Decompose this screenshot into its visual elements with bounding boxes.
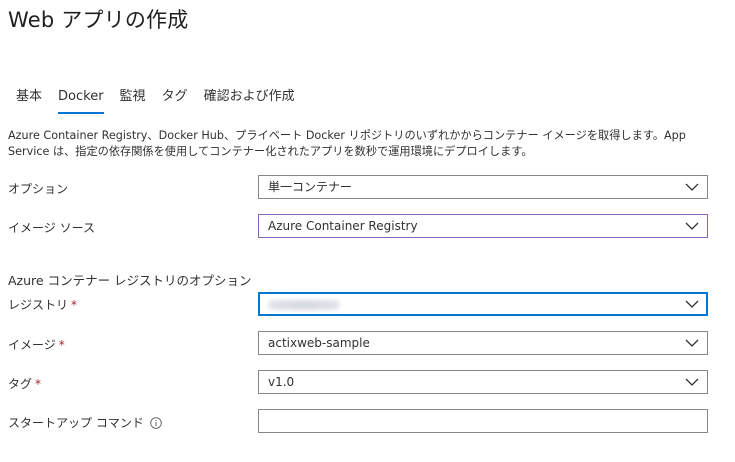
chevron-down-icon: [685, 183, 699, 191]
image-dropdown[interactable]: actixweb-sample: [258, 331, 708, 355]
image-value: actixweb-sample: [268, 336, 370, 350]
tab-review-create[interactable]: 確認および作成: [196, 88, 303, 114]
page-title: Web アプリの作成: [8, 8, 189, 32]
chevron-down-icon: [685, 300, 699, 308]
required-marker: *: [71, 298, 78, 312]
info-icon[interactable]: [150, 417, 162, 429]
tab-monitoring[interactable]: 監視: [112, 88, 154, 114]
image-source-value: Azure Container Registry: [268, 219, 418, 233]
chevron-down-icon: [685, 378, 699, 386]
startup-command-label: スタートアップ コマンド: [8, 414, 162, 431]
tag-label-text: タグ: [8, 377, 33, 391]
tab-bar: 基本 Docker 監視 タグ 確認および作成: [8, 88, 303, 114]
options-dropdown[interactable]: 単一コンテナー: [258, 175, 708, 199]
tag-dropdown[interactable]: v1.0: [258, 370, 708, 394]
tag-value: v1.0: [268, 375, 295, 389]
tab-tags[interactable]: タグ: [154, 88, 196, 114]
tag-label: タグ *: [8, 375, 41, 392]
acr-section-heading: Azure コンテナー レジストリのオプション: [8, 273, 252, 288]
docker-description: Azure Container Registry、Docker Hub、プライベ…: [8, 129, 686, 158]
required-marker: *: [35, 377, 42, 391]
tab-basics[interactable]: 基本: [8, 88, 50, 114]
registry-label: レジストリ *: [8, 296, 77, 313]
chevron-down-icon: [685, 222, 699, 230]
create-web-app-page: Web アプリの作成 基本 Docker 監視 タグ 確認および作成 Azure…: [0, 0, 735, 462]
startup-command-input[interactable]: [258, 409, 708, 433]
image-label-text: イメージ: [8, 338, 56, 352]
registry-label-text: レジストリ: [8, 298, 69, 312]
registry-value-redacted: [268, 300, 340, 310]
options-label: オプション: [8, 182, 69, 196]
image-source-label: イメージ ソース: [8, 221, 95, 235]
registry-dropdown[interactable]: [258, 292, 708, 316]
required-marker: *: [58, 338, 65, 352]
image-source-dropdown[interactable]: Azure Container Registry: [258, 214, 708, 238]
options-value: 単一コンテナー: [268, 180, 353, 194]
tab-docker[interactable]: Docker: [50, 88, 112, 114]
chevron-down-icon: [685, 339, 699, 347]
startup-command-label-text: スタートアップ コマンド: [8, 416, 144, 430]
image-label: イメージ *: [8, 336, 65, 353]
